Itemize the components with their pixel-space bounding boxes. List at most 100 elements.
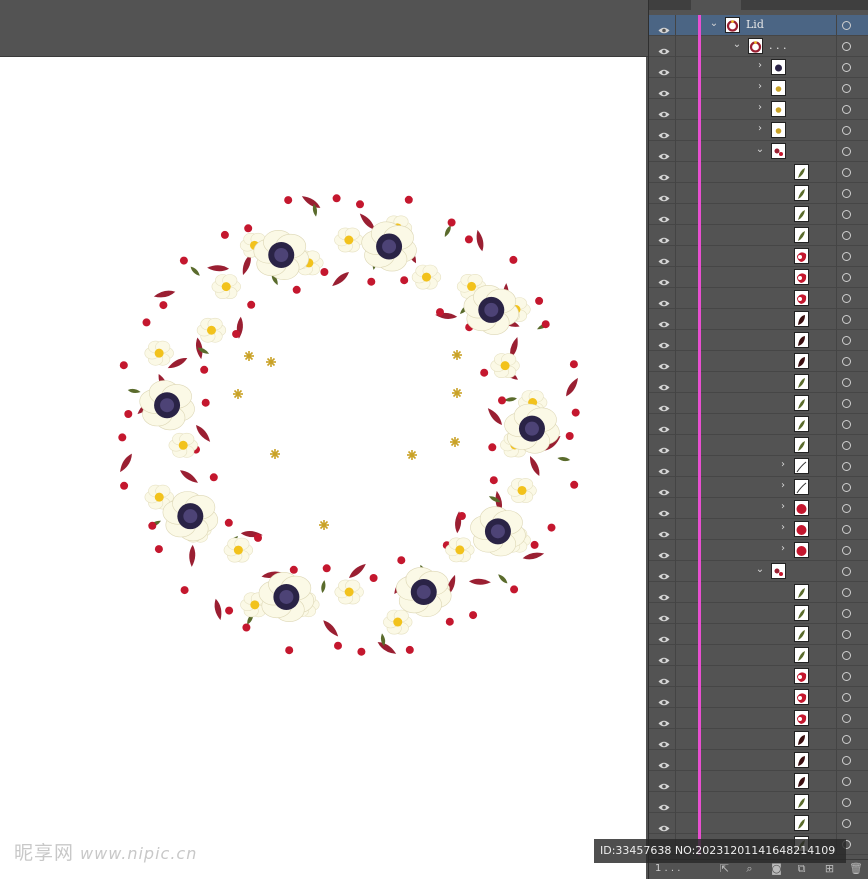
target-circle-icon[interactable] — [842, 399, 851, 408]
locate-object-icon[interactable]: ⌕ — [744, 863, 755, 874]
chevron-right-icon[interactable]: › — [778, 502, 788, 512]
layer-row[interactable] — [649, 666, 868, 687]
lock-column[interactable] — [675, 519, 676, 540]
lock-column[interactable] — [675, 267, 676, 288]
target-circle-icon[interactable] — [842, 147, 851, 156]
lock-column[interactable] — [675, 561, 676, 582]
target-circle-icon[interactable] — [842, 588, 851, 597]
layer-row[interactable] — [649, 729, 868, 750]
target-circle-icon[interactable] — [842, 462, 851, 471]
chevron-right-icon[interactable]: › — [755, 124, 765, 134]
chevron-right-icon[interactable]: › — [778, 523, 788, 533]
lock-column[interactable] — [675, 540, 676, 561]
layer-row[interactable] — [649, 582, 868, 603]
target-circle-icon[interactable] — [842, 441, 851, 450]
target-circle-icon[interactable] — [842, 105, 851, 114]
lock-column[interactable] — [675, 120, 676, 141]
layer-row[interactable] — [649, 393, 868, 414]
target-circle-icon[interactable] — [842, 756, 851, 765]
visibility-eye-icon[interactable] — [658, 419, 670, 433]
visibility-eye-icon[interactable] — [658, 83, 670, 97]
visibility-eye-icon[interactable] — [658, 482, 670, 496]
visibility-eye-icon[interactable] — [658, 776, 670, 790]
target-circle-icon[interactable] — [842, 63, 851, 72]
visibility-eye-icon[interactable] — [658, 503, 670, 517]
layer-row[interactable] — [649, 204, 868, 225]
layer-row[interactable]: › — [649, 540, 868, 561]
visibility-eye-icon[interactable] — [658, 629, 670, 643]
lock-column[interactable] — [675, 57, 676, 78]
lock-column[interactable] — [675, 435, 676, 456]
target-circle-icon[interactable] — [842, 126, 851, 135]
visibility-eye-icon[interactable] — [658, 62, 670, 76]
target-circle-icon[interactable] — [842, 231, 851, 240]
visibility-eye-icon[interactable] — [658, 671, 670, 685]
target-circle-icon[interactable] — [842, 420, 851, 429]
lock-column[interactable] — [675, 414, 676, 435]
visibility-eye-icon[interactable] — [658, 797, 670, 811]
layer-row[interactable] — [649, 183, 868, 204]
visibility-eye-icon[interactable] — [658, 356, 670, 370]
visibility-eye-icon[interactable] — [658, 20, 670, 34]
chevron-right-icon[interactable]: › — [778, 544, 788, 554]
chevron-right-icon[interactable]: › — [755, 103, 765, 113]
target-circle-icon[interactable] — [842, 567, 851, 576]
layer-row[interactable] — [649, 288, 868, 309]
target-circle-icon[interactable] — [842, 651, 851, 660]
target-circle-icon[interactable] — [842, 819, 851, 828]
artboard-canvas[interactable] — [0, 57, 646, 879]
layer-row[interactable]: › — [649, 456, 868, 477]
visibility-eye-icon[interactable] — [658, 461, 670, 475]
lock-column[interactable] — [675, 99, 676, 120]
visibility-eye-icon[interactable] — [658, 272, 670, 286]
lock-column[interactable] — [675, 288, 676, 309]
chevron-down-icon[interactable]: ⌄ — [755, 565, 765, 575]
target-circle-icon[interactable] — [842, 546, 851, 555]
chevron-right-icon[interactable]: › — [755, 61, 765, 71]
lock-column[interactable] — [675, 162, 676, 183]
lock-column[interactable] — [675, 666, 676, 687]
visibility-eye-icon[interactable] — [658, 104, 670, 118]
target-circle-icon[interactable] — [842, 504, 851, 513]
flower-wreath-artwork[interactable] — [0, 57, 646, 879]
target-circle-icon[interactable] — [842, 84, 851, 93]
layer-row[interactable]: ⌄ — [649, 141, 868, 162]
chevron-right-icon[interactable]: › — [778, 460, 788, 470]
target-circle-icon[interactable] — [842, 378, 851, 387]
lock-column[interactable] — [675, 750, 676, 771]
lock-column[interactable] — [675, 15, 676, 36]
target-circle-icon[interactable] — [842, 357, 851, 366]
chevron-down-icon[interactable]: ⌄ — [709, 19, 719, 29]
visibility-eye-icon[interactable] — [658, 713, 670, 727]
new-sublayer-icon[interactable]: ⧉ — [796, 863, 807, 874]
visibility-eye-icon[interactable] — [658, 650, 670, 664]
layer-row[interactable] — [649, 813, 868, 834]
lock-column[interactable] — [675, 309, 676, 330]
lock-column[interactable] — [675, 456, 676, 477]
layer-row[interactable] — [649, 372, 868, 393]
visibility-eye-icon[interactable] — [658, 818, 670, 832]
visibility-eye-icon[interactable] — [658, 734, 670, 748]
lock-column[interactable] — [675, 204, 676, 225]
layer-name[interactable]: . . . — [769, 39, 786, 52]
target-circle-icon[interactable] — [842, 189, 851, 198]
layer-row[interactable] — [649, 162, 868, 183]
layer-row[interactable] — [649, 435, 868, 456]
visibility-eye-icon[interactable] — [658, 230, 670, 244]
visibility-eye-icon[interactable] — [658, 524, 670, 538]
target-circle-icon[interactable] — [842, 252, 851, 261]
target-circle-icon[interactable] — [842, 630, 851, 639]
target-circle-icon[interactable] — [842, 168, 851, 177]
visibility-eye-icon[interactable] — [658, 335, 670, 349]
target-circle-icon[interactable] — [842, 714, 851, 723]
lock-column[interactable] — [675, 183, 676, 204]
layer-row[interactable] — [649, 246, 868, 267]
layer-row[interactable]: ⌄ . . . — [649, 36, 868, 57]
lock-column[interactable] — [675, 582, 676, 603]
layer-row[interactable]: › — [649, 99, 868, 120]
target-circle-icon[interactable] — [842, 483, 851, 492]
target-circle-icon[interactable] — [842, 798, 851, 807]
target-circle-icon[interactable] — [842, 21, 851, 30]
visibility-eye-icon[interactable] — [658, 377, 670, 391]
visibility-eye-icon[interactable] — [658, 209, 670, 223]
